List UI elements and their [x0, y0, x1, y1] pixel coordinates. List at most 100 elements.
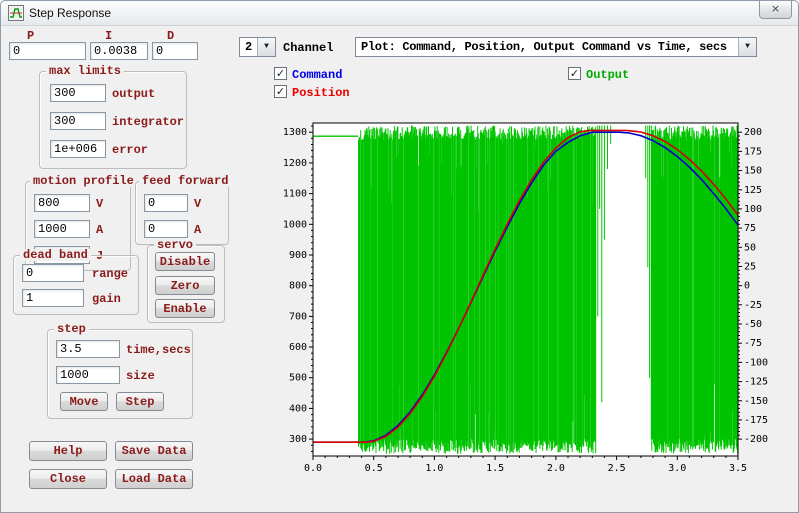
svg-text:1.5: 1.5 — [486, 463, 504, 474]
svg-text:100: 100 — [744, 204, 762, 215]
svg-text:175: 175 — [744, 146, 762, 157]
range-label: range — [92, 267, 129, 281]
step-time-input[interactable] — [56, 340, 120, 358]
svg-text:600: 600 — [289, 342, 307, 353]
svg-text:200: 200 — [744, 127, 762, 138]
dead-band-title: dead band — [20, 249, 91, 261]
p-input[interactable] — [9, 42, 86, 60]
load-data-button[interactable]: Load Data — [115, 469, 193, 489]
svg-text:-100: -100 — [744, 357, 768, 368]
range-input[interactable] — [22, 264, 84, 282]
position-checkbox-label: Position — [292, 86, 350, 100]
ff-acceleration-label: A — [194, 223, 202, 237]
servo-title: servo — [154, 239, 197, 251]
svg-text:1300: 1300 — [283, 127, 307, 138]
output-checkbox-label: Output — [586, 68, 630, 82]
channel-select[interactable]: 2 ▼ — [239, 37, 276, 57]
chevron-down-icon: ▼ — [264, 42, 269, 51]
svg-text:1.0: 1.0 — [425, 463, 443, 474]
svg-text:400: 400 — [289, 403, 307, 414]
step-size-label: size — [126, 369, 155, 383]
zero-button[interactable]: Zero — [155, 276, 215, 295]
check-icon: ✓ — [569, 67, 580, 80]
ff-velocity-input[interactable] — [144, 194, 188, 212]
svg-text:300: 300 — [289, 434, 307, 445]
save-data-button[interactable]: Save Data — [115, 441, 193, 461]
svg-text:75: 75 — [744, 223, 756, 234]
i-label: I — [105, 29, 113, 43]
svg-text:1000: 1000 — [283, 219, 307, 230]
svg-text:3.5: 3.5 — [729, 463, 747, 474]
step-button[interactable]: Step — [116, 392, 164, 411]
svg-text:800: 800 — [289, 281, 307, 292]
max-output-input[interactable] — [50, 84, 106, 102]
gain-label: gain — [92, 292, 121, 306]
step-group: step time,secs size Move Step — [47, 323, 193, 419]
svg-text:-50: -50 — [744, 319, 762, 330]
command-checkbox[interactable]: ✓ — [274, 67, 287, 80]
max-error-input[interactable] — [50, 140, 106, 158]
max-output-label: output — [112, 87, 156, 101]
ff-velocity-label: V — [194, 197, 202, 211]
svg-text:2.0: 2.0 — [547, 463, 565, 474]
disable-button[interactable]: Disable — [155, 252, 215, 271]
channel-dropdown-arrow[interactable]: ▼ — [257, 38, 275, 56]
svg-text:-200: -200 — [744, 434, 768, 445]
plot-dropdown-arrow[interactable]: ▼ — [738, 38, 756, 56]
svg-text:1200: 1200 — [283, 158, 307, 169]
close-window-button[interactable]: Close — [29, 469, 107, 489]
max-error-label: error — [112, 143, 149, 157]
servo-group: servo Disable Zero Enable — [147, 239, 225, 323]
acceleration-input[interactable] — [34, 220, 90, 238]
svg-text:0.0: 0.0 — [304, 463, 322, 474]
svg-text:0.5: 0.5 — [365, 463, 383, 474]
svg-text:3.0: 3.0 — [668, 463, 686, 474]
svg-text:500: 500 — [289, 373, 307, 384]
d-label: D — [167, 29, 175, 43]
velocity-label: V — [96, 197, 104, 211]
chevron-down-icon: ▼ — [745, 42, 750, 51]
plot-select-value: Plot: Command, Position, Output Command … — [361, 41, 727, 54]
enable-button[interactable]: Enable — [155, 299, 215, 318]
max-integrator-input[interactable] — [50, 112, 106, 130]
position-checkbox[interactable]: ✓ — [274, 85, 287, 98]
step-time-label: time,secs — [126, 343, 191, 357]
step-response-window: Step Response × P I D max limits output … — [0, 0, 799, 513]
svg-text:25: 25 — [744, 262, 756, 273]
output-checkbox[interactable]: ✓ — [568, 67, 581, 80]
svg-text:50: 50 — [744, 242, 756, 253]
motion-profile-title: motion profile — [30, 175, 137, 187]
velocity-input[interactable] — [34, 194, 90, 212]
acceleration-label: A — [96, 223, 104, 237]
move-button[interactable]: Move — [60, 392, 108, 411]
gain-input[interactable] — [22, 289, 84, 307]
svg-text:900: 900 — [289, 250, 307, 261]
step-title: step — [54, 323, 89, 335]
close-button[interactable]: × — [759, 1, 792, 19]
close-icon: × — [770, 2, 781, 15]
step-size-input[interactable] — [56, 366, 120, 384]
app-icon — [8, 5, 24, 21]
i-input[interactable] — [90, 42, 148, 60]
help-button[interactable]: Help — [29, 441, 107, 461]
check-icon: ✓ — [275, 85, 286, 98]
feed-forward-group: feed forward V A — [135, 175, 232, 245]
dead-band-group: dead band range gain — [13, 249, 139, 315]
svg-text:700: 700 — [289, 311, 307, 322]
channel-label: Channel — [283, 41, 334, 55]
svg-text:-125: -125 — [744, 377, 768, 388]
plot-select[interactable]: Plot: Command, Position, Output Command … — [355, 37, 757, 57]
ff-acceleration-input[interactable] — [144, 220, 188, 238]
svg-text:125: 125 — [744, 185, 762, 196]
p-label: P — [27, 29, 35, 43]
check-icon: ✓ — [275, 67, 286, 80]
svg-text:1100: 1100 — [283, 189, 307, 200]
svg-text:-175: -175 — [744, 415, 768, 426]
svg-text:150: 150 — [744, 166, 762, 177]
svg-text:-75: -75 — [744, 338, 762, 349]
channel-value: 2 — [245, 41, 252, 54]
svg-text:2.5: 2.5 — [608, 463, 626, 474]
d-input[interactable] — [152, 42, 198, 60]
max-limits-group: max limits output integrator error — [39, 65, 187, 169]
max-limits-title: max limits — [46, 65, 125, 77]
